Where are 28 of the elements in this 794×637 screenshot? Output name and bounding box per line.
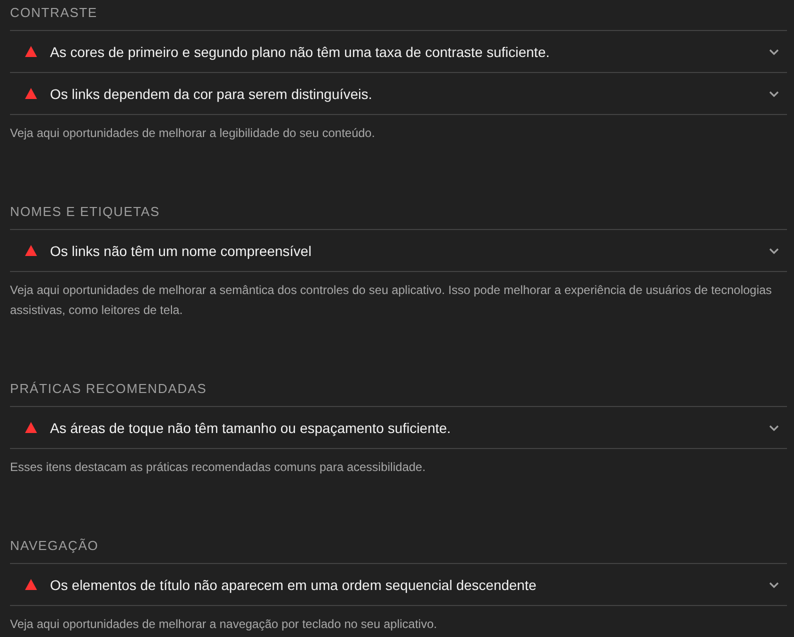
chevron-icon <box>769 48 779 54</box>
section-description: Esses itens destacam as práticas recomendadas comuns para acessibilidade. <box>10 459 427 476</box>
chevron-icon <box>769 248 779 254</box>
audit-title: As áreas de toque não têm tamanho ou espaçamento suficiente. <box>50 420 452 436</box>
warning-triangle-icon <box>25 88 37 99</box>
audit-title: As cores de primeiro e segundo plano não têm uma taxa de contraste suficiente. <box>50 44 551 60</box>
warning-triangle-icon <box>25 579 37 590</box>
audit-row[interactable]: Os links não têm um nome compreensível <box>10 230 787 272</box>
section-heading: NOMES E ETIQUETAS <box>10 199 787 230</box>
chevron-icon <box>769 424 779 430</box>
warning-triangle-icon <box>25 422 37 433</box>
audit-row[interactable]: As cores de primeiro e segundo plano não têm uma taxa de contraste suficiente. <box>10 31 787 73</box>
section-description: Veja aqui oportunidades de melhorar a navegação por teclado no seu aplicativo. <box>10 616 438 633</box>
audit-row[interactable]: As áreas de toque não têm tamanho ou espaçamento suficiente. <box>10 407 787 449</box>
audit-title: Os links não têm um nome compreensível <box>50 242 312 258</box>
section-heading: NAVEGAÇÃO <box>10 533 787 564</box>
audit-row[interactable]: Os links dependem da cor para serem distinguíveis. <box>10 73 787 115</box>
section-description: Veja aqui oportunidades de melhorar a semântica dos controles do seu aplicativo. Isso pode melhorar a experiência de usuários de tecnologias assistivas, como leitores de tela. <box>10 282 773 319</box>
chevron-icon <box>769 582 779 588</box>
section-heading: PRÁTICAS RECOMENDADAS <box>10 376 787 407</box>
section-description: Veja aqui oportunidades de melhorar a legibilidade do seu conteúdo. <box>10 125 376 142</box>
audit-row[interactable]: Os elementos de título não aparecem em uma ordem sequencial descendente <box>10 564 787 606</box>
warning-triangle-icon <box>25 46 37 57</box>
warning-triangle-icon <box>25 245 37 256</box>
audit-title: Os links dependem da cor para serem distinguíveis. <box>50 86 374 102</box>
section-heading: CONTRASTE <box>10 0 787 31</box>
audit-title: Os elementos de título não aparecem em uma ordem sequencial descendente <box>50 576 538 592</box>
chevron-icon <box>769 90 779 96</box>
